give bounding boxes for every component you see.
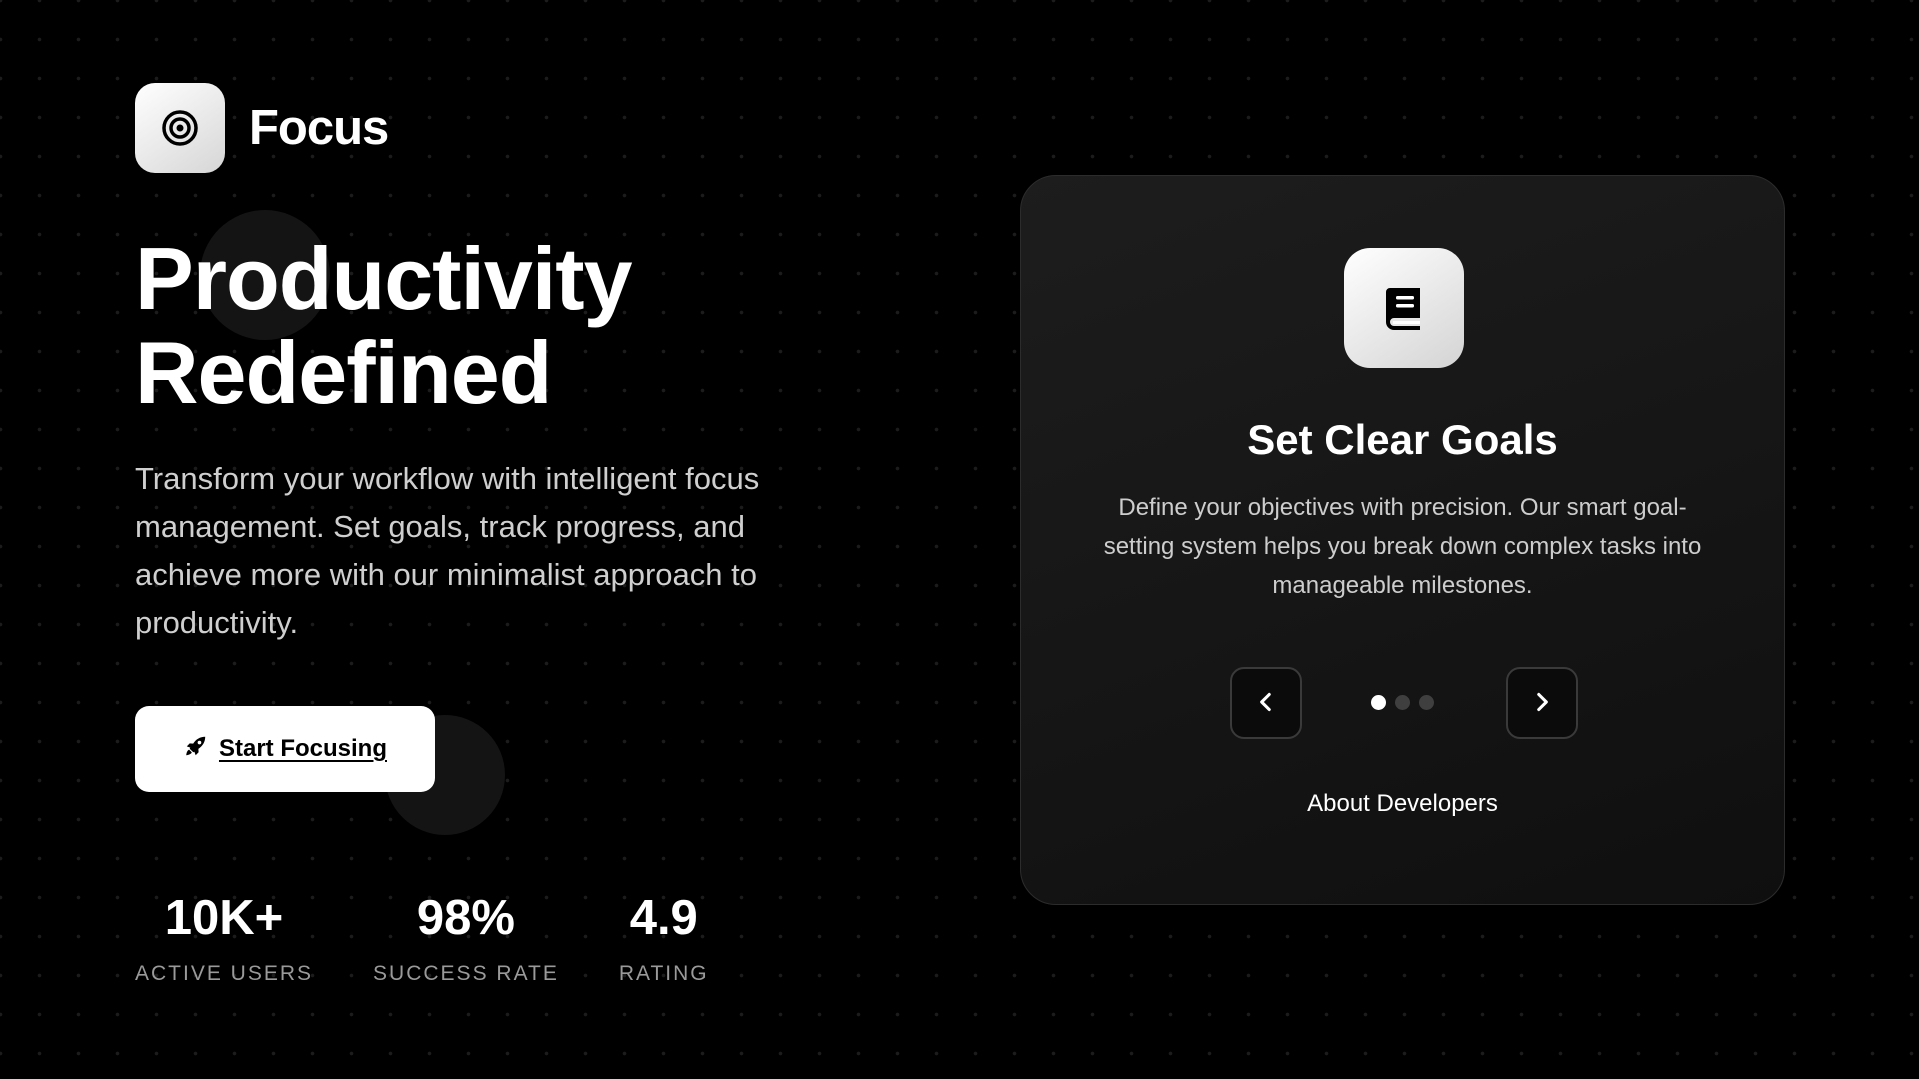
about-developers-link[interactable]: About Developers [1021, 790, 1784, 818]
card-title: Set Clear Goals [1247, 416, 1558, 463]
stat-label: SUCCESS RATE [373, 962, 559, 985]
brand-name: Focus [249, 101, 389, 155]
brand[interactable]: Focus [135, 83, 389, 173]
stat-label: RATING [618, 962, 709, 985]
slide-dot-3[interactable] [1419, 695, 1434, 710]
stat-rating: 4.9 RATING [619, 888, 709, 986]
start-focusing-label: Start Focusing [218, 735, 387, 762]
previous-slide-button[interactable] [1230, 667, 1302, 739]
stat-value: 4.9 [629, 891, 698, 945]
book-icon [1344, 248, 1464, 368]
stat-label: ACTIVE USERS [135, 962, 314, 985]
chevron-left-icon [1253, 689, 1279, 718]
rocket-icon [183, 733, 209, 766]
hero-title-line-2: Redefined [135, 323, 552, 422]
slide-dot-1[interactable] [1371, 695, 1386, 710]
stat-value: 10K+ [164, 891, 284, 945]
start-focusing-button[interactable]: Start Focusing [135, 706, 435, 792]
hero-title-line-1: Productivity [135, 229, 633, 328]
next-slide-button[interactable] [1506, 667, 1578, 739]
stat-value: 98% [416, 891, 515, 945]
slide-indicators [1371, 695, 1434, 710]
stats: 10K+ ACTIVE USERS 98% SUCCESS RATE 4.9 R… [135, 888, 709, 986]
slide-dot-2[interactable] [1395, 695, 1410, 710]
chevron-right-icon [1529, 689, 1555, 718]
target-icon [135, 83, 225, 173]
hero-description: Transform your workflow with intelligent… [135, 461, 760, 640]
hero-title: Productivity Redefined [135, 229, 633, 422]
feature-card: Set Clear Goals Define your objectives w… [1020, 175, 1785, 905]
card-description: Define your objectives with precision. O… [1103, 494, 1702, 599]
stat-success-rate: 98% SUCCESS RATE [373, 888, 559, 986]
stat-active-users: 10K+ ACTIVE USERS [135, 888, 313, 986]
